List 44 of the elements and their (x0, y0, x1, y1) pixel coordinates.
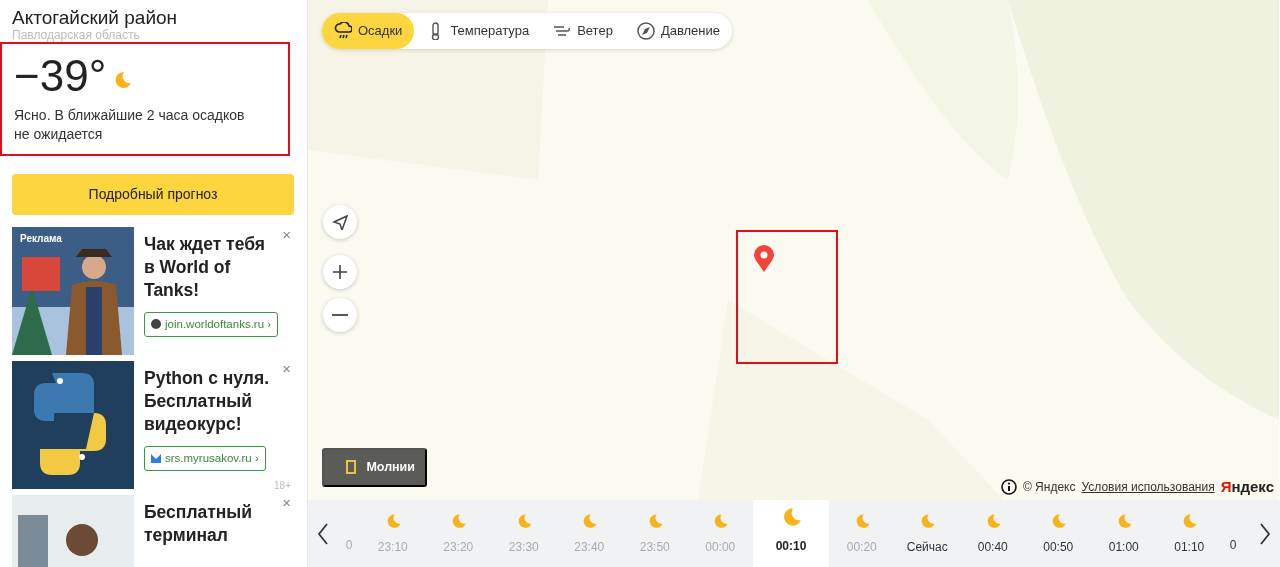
weather-description: Ясно. В ближайшие 2 часа осадков не ожидается (14, 106, 246, 145)
arrow-icon (332, 214, 348, 230)
ad-title: Бесплатный терминал (144, 501, 254, 547)
close-button[interactable]: × (282, 361, 291, 377)
map-pin-icon (754, 245, 774, 273)
copyright-text: © Яндекс (1022, 479, 1076, 497)
ad-label: Реклама (20, 232, 62, 247)
time-slot[interactable]: 00:40 (960, 500, 1026, 567)
ad-title: Python с нуля. Бесплатный видеокурс! (144, 367, 271, 436)
ad-link[interactable]: join.worldoftanks.ru › (144, 311, 279, 337)
time-slot[interactable]: 0 (1222, 500, 1244, 567)
rain-cloud-icon (334, 21, 352, 40)
info-icon (1000, 479, 1017, 496)
time-slot[interactable]: 00:50 (1025, 500, 1091, 567)
checkbox-label: Молнии (366, 459, 415, 476)
chevron-left-icon (317, 522, 329, 545)
close-button[interactable]: × (282, 495, 291, 511)
temperature: −39° (14, 52, 107, 101)
layer-tab[interactable]: Температура (414, 13, 542, 49)
layer-tab[interactable]: Давление (624, 13, 733, 49)
region-subtitle: Павлодарская область (12, 28, 140, 43)
layer-tab[interactable]: Осадки (322, 13, 415, 49)
logo: Яндекс (1220, 477, 1274, 497)
shield-icon (151, 319, 161, 330)
ad-link[interactable]: srs.myrusakov.ru › (144, 445, 266, 471)
minus-icon (332, 314, 348, 316)
plus-icon (332, 264, 348, 280)
close-button[interactable]: × (282, 227, 291, 243)
time-slot[interactable]: Сейчас (894, 500, 960, 567)
time-slot[interactable]: 01:10 (1156, 500, 1222, 567)
chevron-right-icon (1259, 522, 1271, 545)
time-slot[interactable]: 01:00 (1091, 500, 1157, 567)
layer-tab[interactable]: Ветер (541, 13, 625, 49)
forecast-button[interactable]: Подробный прогноз (12, 174, 294, 216)
gauge-icon (636, 21, 655, 40)
time-slot[interactable]: 00:10 (753, 500, 829, 567)
checkbox[interactable] (346, 460, 357, 475)
age-rating: 18+ (274, 479, 291, 494)
logo-icon (151, 453, 161, 464)
terms-link[interactable]: Условия использования (1081, 478, 1215, 497)
location-title: Актогайский район (12, 8, 179, 29)
ad-title: Чак ждет тебя в World of Tanks! (144, 233, 266, 302)
lightning-toggle[interactable]: Молнии (322, 448, 427, 487)
wind-icon (553, 23, 572, 38)
